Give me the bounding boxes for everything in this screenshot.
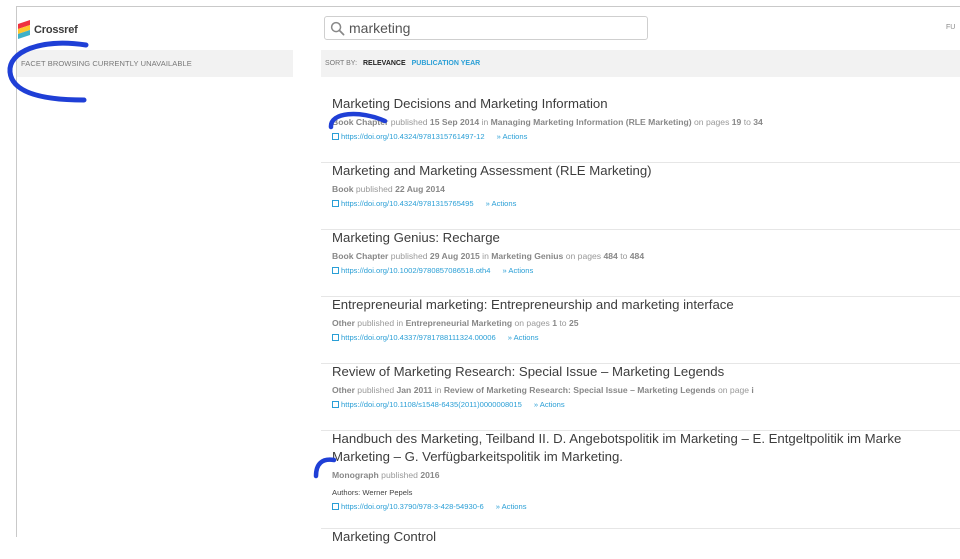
result-item: Marketing and Marketing Assessment (RLE … — [321, 163, 960, 230]
meta-text: to — [617, 251, 630, 261]
meta-value: Managing Marketing Information (RLE Mark… — [490, 117, 692, 127]
meta-text: published — [378, 470, 421, 480]
result-item: Marketing Decisions and Marketing Inform… — [321, 96, 960, 163]
doi-link[interactable]: https://doi.org/10.4324/9781315765495 — [341, 199, 474, 208]
meta-text: published in — [354, 318, 406, 328]
meta-value: Entrepreneurial Marketing — [405, 318, 513, 328]
result-item: Marketing Genius: Recharge Book Chapter p… — [321, 230, 960, 297]
meta-text: on page — [715, 385, 752, 395]
meta-text: to — [557, 318, 569, 328]
sort-publication-year[interactable]: PUBLICATION YEAR — [412, 60, 481, 67]
actions-toggle[interactable]: » Actions — [534, 400, 565, 409]
result-title[interactable]: Marketing Genius: Recharge — [332, 230, 960, 246]
meta-value: 22 Aug 2014 — [395, 184, 445, 194]
result-meta: Book Chapter published 29 Aug 2015 in Ma… — [332, 251, 960, 261]
result-title[interactable]: Marketing Control — [332, 529, 960, 545]
sort-bar: SORT BY: RELEVANCE PUBLICATION YEAR — [321, 50, 960, 77]
external-link-icon — [332, 401, 339, 408]
result-meta: Book Chapter published 15 Sep 2014 in Ma… — [332, 117, 960, 127]
meta-value: 484 — [603, 251, 618, 261]
meta-value: Jan 2011 — [396, 385, 433, 395]
sort-label: SORT BY: — [325, 60, 358, 67]
crossref-logo-icon — [18, 20, 30, 39]
results-list: Marketing Decisions and Marketing Inform… — [321, 96, 960, 559]
doi-link[interactable]: https://doi.org/10.3790/978-3-428-54930-… — [341, 502, 484, 511]
meta-value: 15 Sep 2014 — [429, 117, 480, 127]
meta-value: Monograph — [332, 470, 379, 480]
result-title[interactable]: Review of Marketing Research: Special Is… — [332, 364, 960, 380]
actions-toggle[interactable]: » Actions — [486, 199, 517, 208]
meta-value: 34 — [753, 117, 763, 127]
external-link-icon — [332, 267, 339, 274]
meta-text: published — [354, 385, 397, 395]
meta-value: i — [751, 385, 754, 395]
meta-value: Book Chapter — [332, 251, 389, 261]
result-title[interactable]: Marketing – G. Verfügbarkeitspolitik im … — [332, 449, 960, 465]
meta-text: in — [432, 385, 444, 395]
actions-toggle[interactable]: » Actions — [508, 333, 539, 342]
result-meta: Other published in Entrepreneurial Marke… — [332, 318, 960, 328]
result-item: Entrepreneurial marketing: Entrepreneurs… — [321, 297, 960, 364]
meta-text: on pages — [512, 318, 553, 328]
meta-text: on pages — [691, 117, 732, 127]
facet-panel: FACET BROWSING CURRENTLY UNAVAILABLE — [17, 50, 293, 77]
result-item: Review of Marketing Research: Special Is… — [321, 364, 960, 431]
doi-link[interactable]: https://doi.org/10.4337/9781788111324.00… — [341, 333, 496, 342]
external-link-icon — [332, 200, 339, 207]
result-item: Marketing Control — [321, 529, 960, 559]
sidebar-divider — [16, 6, 17, 537]
meta-value: 25 — [568, 318, 579, 328]
external-link-icon — [332, 503, 339, 510]
result-item: Handbuch des Marketing, Teilband II. D. … — [321, 431, 960, 529]
result-title[interactable]: Marketing and Marketing Assessment (RLE … — [332, 163, 960, 179]
meta-text: published — [388, 117, 430, 127]
meta-value: 19 — [731, 117, 742, 127]
meta-value: Marketing Genius — [491, 251, 564, 261]
search-input[interactable] — [349, 20, 629, 36]
doi-link[interactable]: https://doi.org/10.1002/9780857086518.ot… — [341, 266, 490, 275]
magnifier-icon — [330, 21, 345, 35]
actions-toggle[interactable]: » Actions — [496, 502, 527, 511]
meta-value: Book — [332, 184, 354, 194]
doi-link[interactable]: https://doi.org/10.4324/9781315761497-12 — [341, 132, 485, 141]
result-title[interactable]: Entrepreneurial marketing: Entrepreneurs… — [332, 297, 960, 313]
meta-value: 484 — [629, 251, 645, 261]
facet-unavailable-notice: FACET BROWSING CURRENTLY UNAVAILABLE — [21, 59, 192, 68]
meta-value: 29 Aug 2015 — [429, 251, 480, 261]
result-authors: Authors: Werner Pepels — [332, 488, 413, 497]
meta-text: in — [479, 117, 491, 127]
doi-link[interactable]: https://doi.org/10.1108/s1548-6435(2011)… — [341, 400, 522, 409]
meta-value: Other — [332, 385, 355, 395]
actions-toggle[interactable]: » Actions — [497, 132, 528, 141]
meta-value: Book Chapter — [332, 117, 389, 127]
meta-value: Other — [332, 318, 355, 328]
crossref-logo[interactable]: Crossref — [18, 20, 78, 39]
result-meta: Other published Jan 2011 in Review of Ma… — [332, 385, 960, 395]
header-border — [16, 6, 960, 7]
header-menu-truncated[interactable]: FU — [946, 24, 955, 31]
result-meta: Book published 22 Aug 2014 — [332, 184, 960, 194]
result-title[interactable]: Marketing Decisions and Marketing Inform… — [332, 96, 960, 112]
external-link-icon — [332, 334, 339, 341]
sort-relevance[interactable]: RELEVANCE — [363, 60, 406, 67]
search-box[interactable] — [324, 16, 648, 40]
result-meta: Monograph published 2016 — [332, 470, 960, 480]
brand-name: Crossref — [34, 24, 78, 36]
external-link-icon — [332, 133, 339, 140]
actions-toggle[interactable]: » Actions — [502, 266, 533, 275]
meta-value: 2016 — [420, 470, 440, 480]
meta-text: on pages — [563, 251, 604, 261]
result-title[interactable]: Handbuch des Marketing, Teilband II. D. … — [332, 431, 960, 447]
meta-text: published — [388, 251, 430, 261]
meta-value: Review of Marketing Research: Special Is… — [443, 385, 716, 395]
meta-text: in — [479, 251, 492, 261]
meta-text: published — [353, 184, 396, 194]
meta-text: to — [741, 117, 754, 127]
